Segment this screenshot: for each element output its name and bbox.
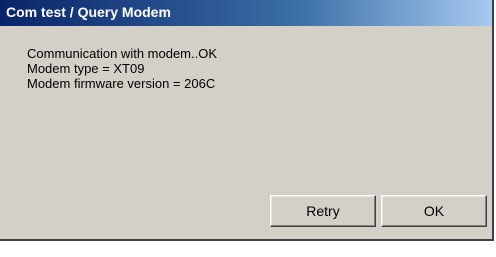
modem-type-line: Modem type = XT09: [27, 61, 145, 76]
query-modem-dialog: Com test / Query Modem Communication wit…: [0, 0, 494, 241]
communication-status-line: Communication with modem..OK: [27, 46, 218, 61]
firmware-version-line: Modem firmware version = 206C: [27, 76, 216, 91]
ok-button[interactable]: OK: [381, 195, 487, 227]
window-title: Com test / Query Modem: [6, 4, 171, 20]
retry-button[interactable]: Retry: [270, 195, 376, 227]
status-message: Communication with modem..OK Modem type …: [27, 46, 217, 91]
title-bar[interactable]: Com test / Query Modem: [0, 0, 492, 26]
